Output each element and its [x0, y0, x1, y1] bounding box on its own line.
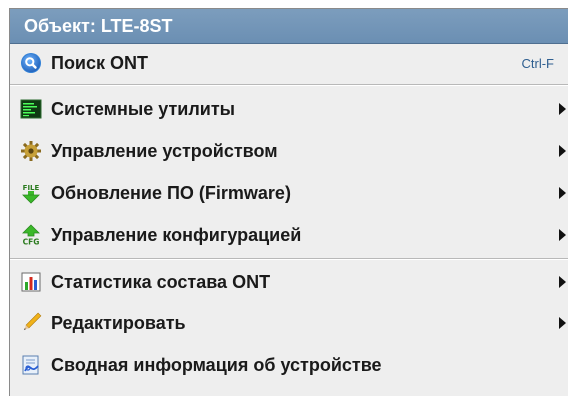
menu-item-ont-statistics[interactable]: Статистика состава ONT [10, 262, 568, 302]
bar-chart-icon [19, 270, 43, 294]
menu-item-label: Управление устройством [51, 140, 278, 161]
pencil-icon [19, 311, 43, 335]
menu-item-configuration-management[interactable]: CFG Управление конфигурацией [10, 214, 568, 256]
menu-item-label: Поиск ONT [51, 52, 149, 73]
menu-item-firmware-update[interactable]: FILE Обновление ПО (Firmware) [10, 172, 568, 214]
menu-item-label: Статистика состава ONT [51, 271, 271, 292]
svg-text:CFG: CFG [23, 238, 40, 247]
file-download-icon: FILE [19, 181, 43, 205]
menu-item-label: Сводная информация об устройстве [51, 354, 382, 375]
menu-item-label: Управление конфигурацией [51, 224, 302, 245]
menu-item-label: Обновление ПО (Firmware) [51, 182, 291, 203]
shortcut-label: Ctrl-F [521, 55, 555, 71]
menu-item-label: Системные утилиты [51, 98, 236, 119]
gear-icon [19, 139, 43, 163]
menu-item-edit[interactable]: Редактировать [10, 302, 568, 344]
menu-item-device-management[interactable]: Управление устройством [10, 130, 568, 172]
menu-header-prefix: Объект: [24, 16, 96, 36]
cfg-icon: CFG [19, 223, 43, 247]
submenu-arrow-icon [559, 145, 566, 157]
submenu-arrow-icon [559, 103, 566, 115]
menu-item-label: Редактировать [51, 312, 186, 333]
submenu-arrow-icon [559, 187, 566, 199]
menu-item-device-summary[interactable]: Сводная информация об устройстве [10, 344, 568, 386]
menu-item-search-ont[interactable]: Поиск ONT Ctrl-F [10, 44, 568, 82]
submenu-arrow-icon [559, 229, 566, 241]
submenu-arrow-icon [559, 276, 566, 288]
menu-header: Объект: LTE-8ST [10, 9, 568, 44]
search-icon [19, 51, 43, 75]
terminal-icon [19, 97, 43, 121]
svg-text:FILE: FILE [23, 184, 40, 192]
menu-header-object-name: LTE-8ST [100, 16, 173, 36]
context-menu: Объект: LTE-8ST Поиск ONT Ctrl-F Системн… [9, 8, 568, 396]
menu-item-system-utilities[interactable]: Системные утилиты [10, 88, 568, 130]
submenu-arrow-icon [559, 317, 566, 329]
info-document-icon [19, 353, 43, 377]
